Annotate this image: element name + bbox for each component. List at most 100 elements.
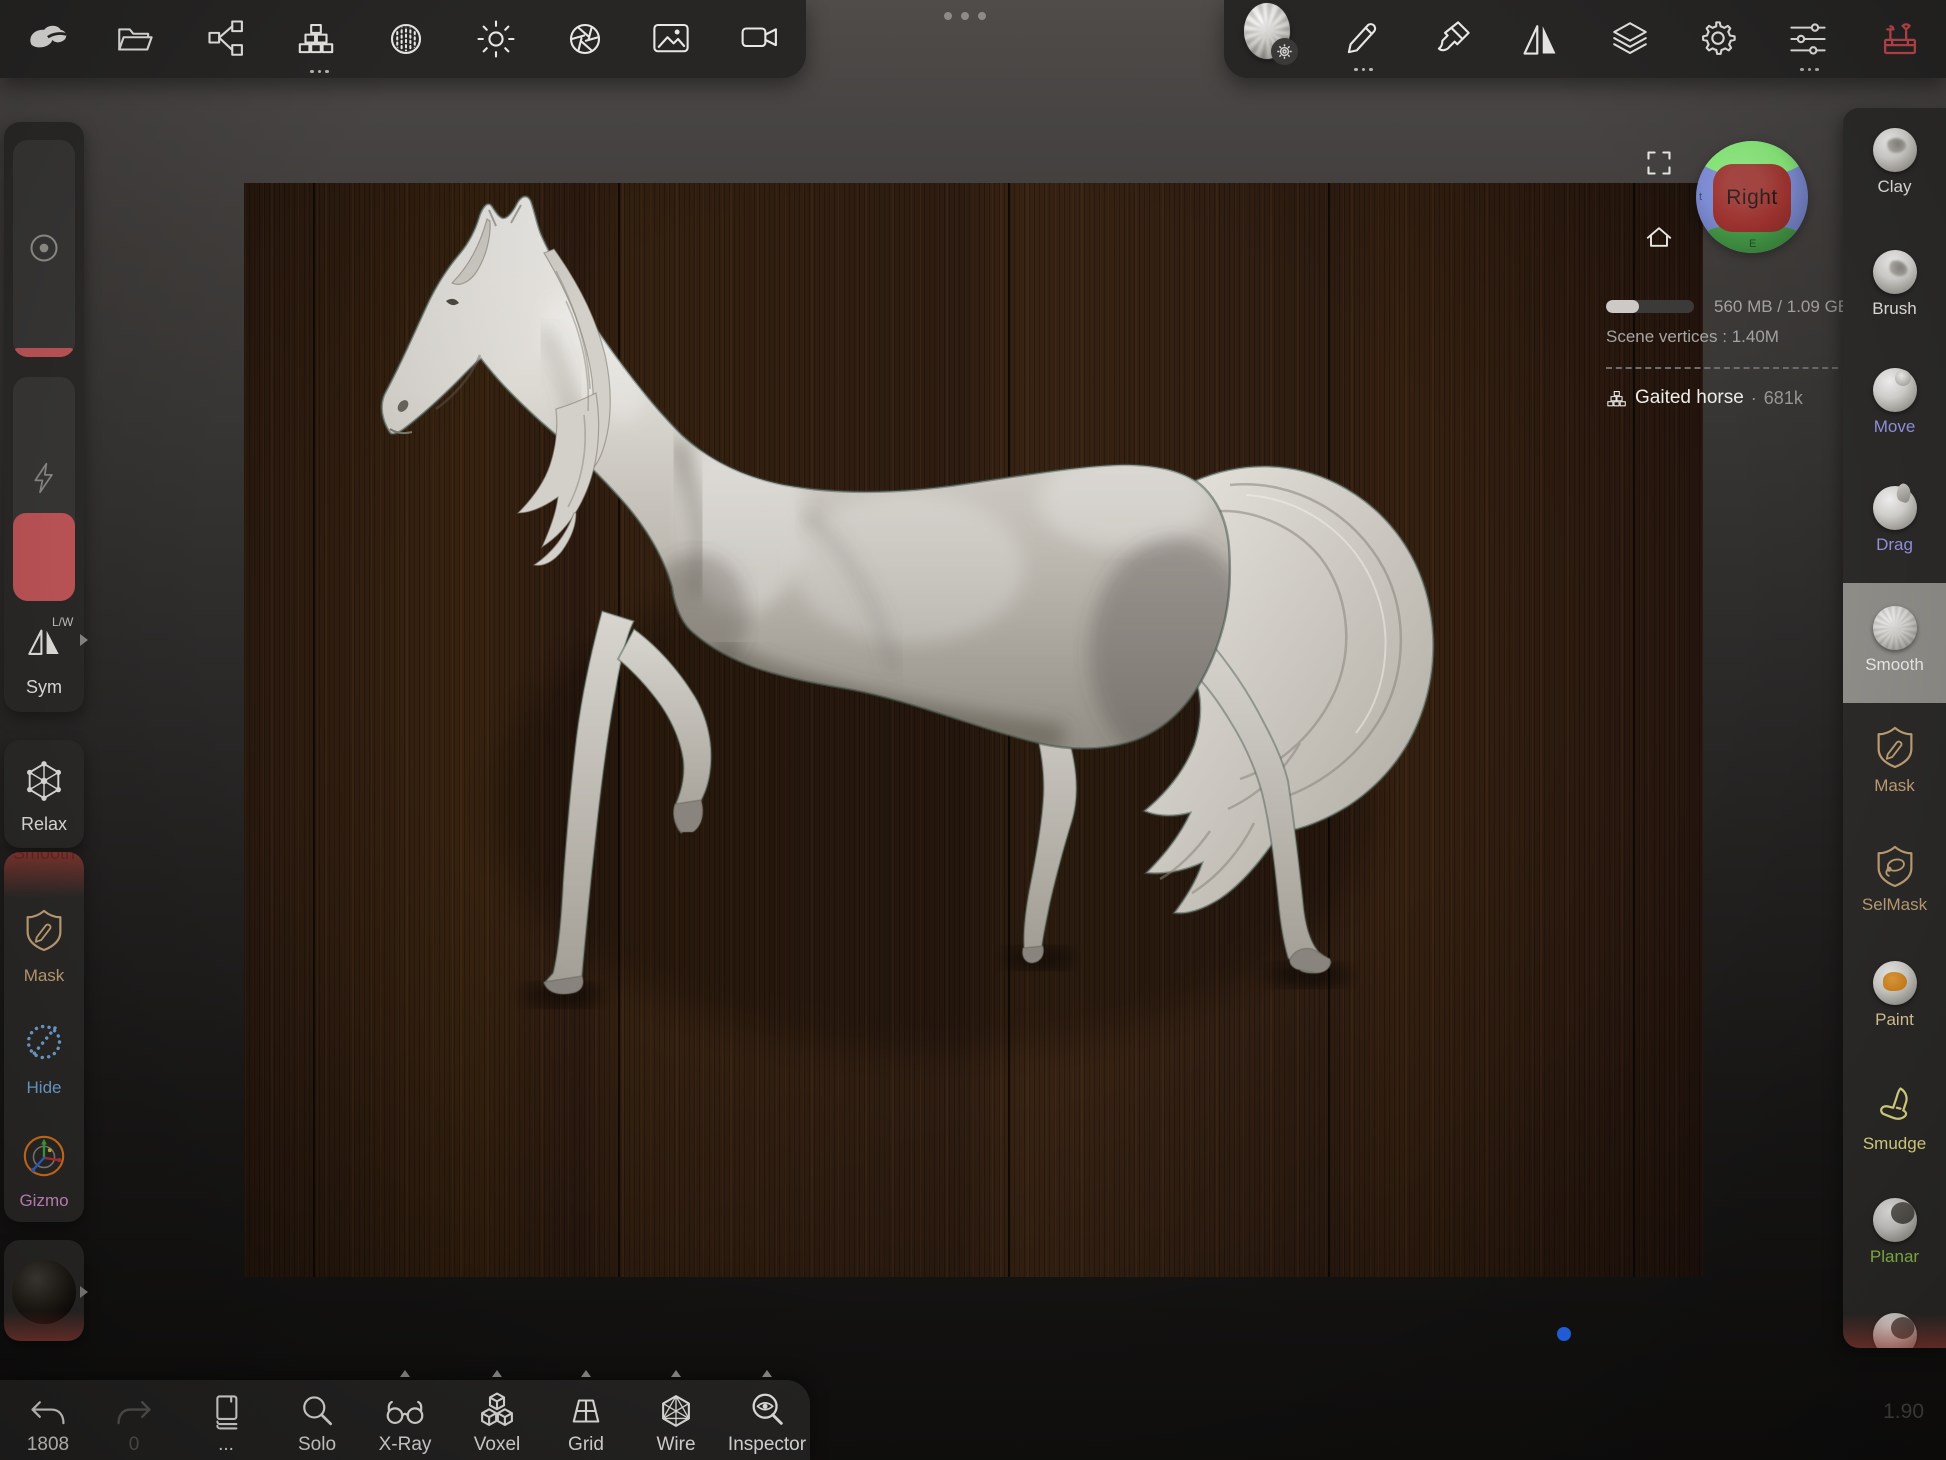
- bottom-toolbar: 1808 0 ... Solo X-Ray: [0, 1380, 810, 1460]
- toolbox-icon[interactable]: [1877, 16, 1923, 62]
- voxel-label: Voxel: [474, 1434, 520, 1456]
- radius-icon: [13, 228, 75, 268]
- sculpt-viewport[interactable]: [244, 183, 1703, 1277]
- matcap-material-icon[interactable]: [383, 16, 429, 62]
- redo-icon: [114, 1388, 154, 1432]
- object-vertex-count: 681k: [1764, 388, 1803, 409]
- tool-smooth[interactable]: Smooth: [1843, 606, 1946, 675]
- left-relax-panel: Relax: [4, 740, 84, 848]
- mesh-pyramid-icon: [1606, 387, 1628, 409]
- tool-planar[interactable]: Planar: [1843, 1198, 1946, 1267]
- files-folder-icon[interactable]: [112, 16, 158, 62]
- tool-label: Paint: [1843, 1010, 1946, 1030]
- redo-button[interactable]: 0: [89, 1380, 179, 1460]
- gizmo-axes-icon[interactable]: [4, 1133, 84, 1179]
- tool-brush[interactable]: Brush: [1843, 250, 1946, 319]
- history-more-label: ...: [218, 1434, 234, 1456]
- sym-expand-chevron-icon[interactable]: [80, 634, 88, 646]
- lighting-sun-icon[interactable]: [473, 16, 519, 62]
- grid-button[interactable]: Grid: [541, 1380, 631, 1460]
- sliders-icon[interactable]: [1785, 16, 1831, 62]
- tool-paint[interactable]: Paint: [1843, 961, 1946, 1030]
- scene-vertices-value: 1.40M: [1732, 327, 1779, 346]
- camera-icon[interactable]: [738, 16, 784, 62]
- solo-button[interactable]: Solo: [272, 1380, 362, 1460]
- solo-magnifier-icon: [297, 1388, 337, 1432]
- redo-count: 0: [129, 1434, 140, 1456]
- grid-label: Grid: [568, 1434, 604, 1456]
- hide-label[interactable]: Hide: [4, 1078, 84, 1098]
- radius-slider-fill: [13, 348, 75, 357]
- stamp-brush-icon[interactable]: [1429, 16, 1475, 62]
- scene-stats: 560 MB / 1.09 GB Scene vertices : 1.40M …: [1604, 293, 1843, 423]
- gizmo-label[interactable]: Gizmo: [4, 1191, 84, 1211]
- tool-label: Smooth: [1843, 655, 1946, 675]
- scene-meshes-icon[interactable]: [293, 16, 339, 62]
- tool-label: Clay: [1843, 177, 1946, 197]
- wire-button[interactable]: Wire: [631, 1380, 721, 1460]
- xray-glasses-icon: [383, 1388, 427, 1432]
- relax-label[interactable]: Relax: [4, 814, 84, 835]
- node-graph-icon[interactable]: [204, 16, 250, 62]
- radius-slider[interactable]: [13, 140, 75, 357]
- tool-move[interactable]: Move: [1843, 368, 1946, 437]
- material-expand-chevron-icon[interactable]: [80, 1286, 88, 1298]
- object-name: Gaited horse: [1635, 387, 1744, 409]
- post-process-aperture-icon[interactable]: [562, 16, 608, 62]
- symmetry-icon[interactable]: [1517, 16, 1563, 62]
- lightning-icon: [13, 459, 75, 497]
- horse-model: [244, 183, 1703, 1277]
- inspector-button[interactable]: Inspector: [722, 1380, 812, 1460]
- object-separator: ·: [1751, 388, 1757, 409]
- scene-vertices: Scene vertices : 1.40M: [1606, 327, 1779, 347]
- tool-drag[interactable]: Drag: [1843, 486, 1946, 555]
- xray-button[interactable]: X-Ray: [360, 1380, 450, 1460]
- lw-badge: L/W: [52, 615, 73, 629]
- nomad-logo-icon[interactable]: [23, 16, 69, 62]
- left-slider-panel: L/W Sym: [4, 122, 84, 712]
- tool-mask[interactable]: Mask: [1843, 723, 1946, 796]
- wireframe-icon: [655, 1388, 697, 1432]
- pen-tools-icon[interactable]: [1339, 16, 1385, 62]
- selmask-shield-icon: [1843, 842, 1946, 890]
- smudge-finger-icon: [1843, 1081, 1946, 1129]
- tool-label: Brush: [1843, 299, 1946, 319]
- tool-label: Smudge: [1843, 1134, 1946, 1154]
- hide-dotted-icon[interactable]: [4, 1020, 84, 1064]
- mask-shield-icon[interactable]: [4, 908, 84, 952]
- tool-smudge[interactable]: Smudge: [1843, 1081, 1946, 1154]
- object-row[interactable]: Gaited horse · 681k: [1606, 387, 1803, 409]
- fullscreen-icon[interactable]: [1645, 149, 1673, 177]
- relax-web-icon[interactable]: [4, 760, 84, 802]
- panel-open-tick: [400, 1370, 410, 1377]
- more-dots: [310, 70, 329, 74]
- tool-sidebar: Clay Brush Move Drag Smooth Mask: [1843, 108, 1946, 1348]
- history-button[interactable]: ...: [181, 1380, 271, 1460]
- intensity-slider-fill: [13, 513, 75, 601]
- tool-selmask[interactable]: SelMask: [1843, 842, 1946, 915]
- left-material-panel: [4, 1240, 84, 1341]
- layers-icon[interactable]: [1607, 16, 1653, 62]
- mask-label[interactable]: Mask: [4, 966, 84, 986]
- undo-button[interactable]: 1808: [3, 1380, 93, 1460]
- window-handle-dots[interactable]: [944, 12, 986, 20]
- more-dots: [1800, 68, 1819, 72]
- smooth-sphere-icon: [1873, 606, 1917, 650]
- stats-divider: [1606, 367, 1838, 369]
- intensity-slider[interactable]: [13, 377, 75, 601]
- orientation-gizmo[interactable]: Right t E: [1696, 141, 1808, 253]
- active-material-sphere-icon[interactable]: [1244, 8, 1290, 54]
- material-gear-badge-icon[interactable]: [1271, 38, 1298, 65]
- tool-label: SelMask: [1843, 895, 1946, 915]
- zoom-value: 1.90: [1824, 1400, 1924, 1424]
- voxel-button[interactable]: Voxel: [452, 1380, 542, 1460]
- settings-gear-icon[interactable]: [1695, 16, 1741, 62]
- scene-vertices-label: Scene vertices :: [1606, 327, 1727, 346]
- scroll-fade-bottom: [4, 1311, 84, 1341]
- sym-label[interactable]: Sym: [4, 677, 84, 698]
- tool-clay[interactable]: Clay: [1843, 128, 1946, 197]
- home-icon[interactable]: [1643, 221, 1675, 253]
- voxel-cubes-icon: [476, 1388, 518, 1432]
- background-image-icon[interactable]: [648, 16, 694, 62]
- tool-label: Planar: [1843, 1247, 1946, 1267]
